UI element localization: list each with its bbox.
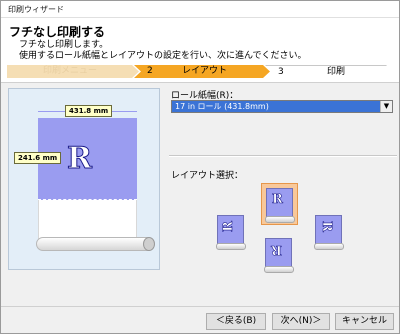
layout-select-label: レイアウト選択：	[171, 171, 244, 181]
paper-roll-end	[143, 237, 155, 251]
footer-divider	[1, 306, 399, 307]
chevron-down-icon[interactable]: ▼	[380, 101, 392, 112]
window-title: 印刷ウィザード	[8, 5, 64, 14]
layout-option-top[interactable]: R	[261, 183, 298, 225]
back-button[interactable]: ＜戻る(B)	[206, 313, 266, 330]
step-print: 3 印刷	[265, 65, 393, 78]
roll-width-select[interactable]: 17 in ロール (431.8mm) ▼	[171, 100, 393, 113]
next-button[interactable]: 次へ(N)＞	[272, 313, 330, 330]
step-number: 3	[278, 67, 284, 77]
wizard-window: 印刷ウィザード フチなし印刷する フチなし印刷します。 使用するロール紙幅とレイ…	[0, 0, 400, 334]
header-divider	[1, 82, 399, 83]
roll-width-value: 17 in ロール (431.8mm)	[175, 102, 269, 111]
section-divider-highlight	[169, 156, 397, 157]
wizard-steps: 印刷メニュー 2 レイアウト 3 印刷	[7, 65, 393, 78]
title-bar: 印刷ウィザード	[1, 1, 399, 18]
layout-thumb-glyph: R	[318, 221, 335, 232]
width-dimension-label: 431.8 mm	[65, 105, 113, 117]
layout-thumb-roll	[216, 243, 246, 250]
layout-thumb-roll	[264, 266, 294, 273]
orientation-glyph: R	[67, 141, 93, 177]
layout-option-left[interactable]: R	[213, 211, 250, 253]
page-description: フチなし印刷します。 使用するロール紙幅とレイアウトの設定を行い、次に進んでくだ…	[19, 40, 307, 62]
step-label: 印刷メニュー	[43, 66, 98, 76]
step-label: 印刷	[327, 67, 346, 77]
step-print-menu: 印刷メニュー	[7, 65, 139, 78]
layout-thumb-glyph: R	[271, 242, 282, 258]
step-number: 2	[147, 66, 153, 76]
step-layout: 2 レイアウト	[134, 65, 270, 78]
height-dimension-label: 241.6 mm	[14, 152, 62, 164]
layout-option-bottom[interactable]: R	[261, 234, 298, 276]
layout-option-right[interactable]: R	[311, 211, 348, 253]
cancel-button[interactable]: キャンセル	[335, 313, 394, 330]
description-line-1: フチなし印刷します。	[19, 40, 109, 50]
layout-thumb-glyph: R	[220, 221, 237, 232]
page-title: フチなし印刷する	[9, 25, 106, 39]
layout-thumb-roll	[265, 216, 295, 223]
layout-thumb-glyph: R	[272, 192, 283, 208]
blank-paper	[38, 200, 137, 242]
description-line-2: 使用するロール紙幅とレイアウトの設定を行い、次に進んでください。	[19, 51, 307, 61]
layout-preview: R 431.8 mm 241.6 mm	[8, 88, 160, 270]
layout-thumb-roll	[314, 243, 344, 250]
paper-roll	[36, 237, 154, 251]
step-label: レイアウト	[182, 66, 228, 76]
